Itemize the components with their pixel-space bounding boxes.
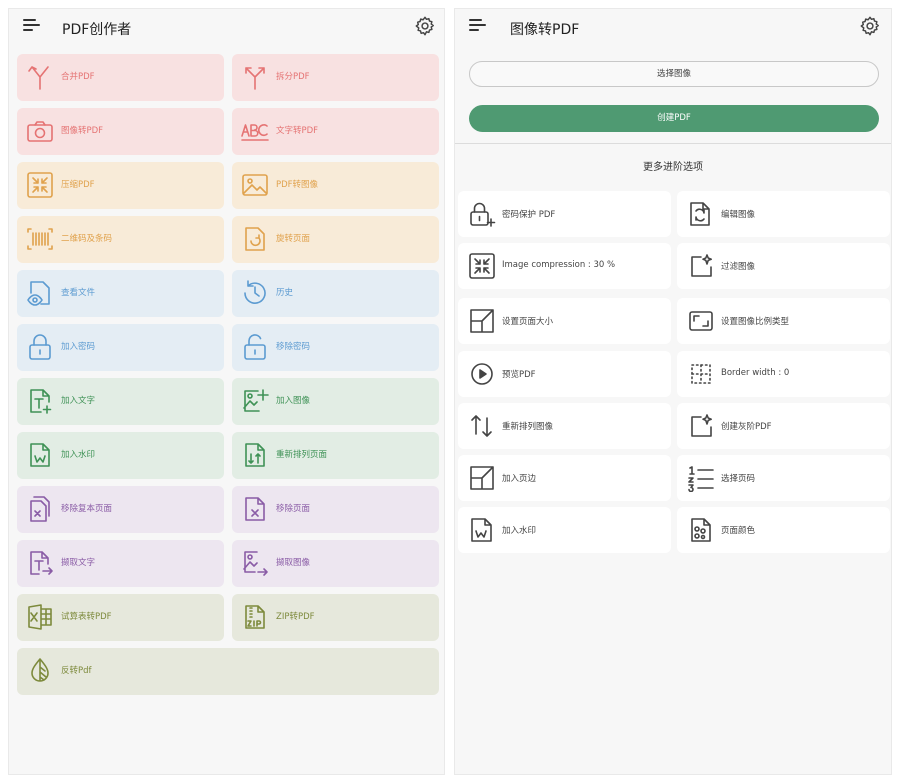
- home-top-bar: PDF创作者: [9, 9, 444, 49]
- tile-extract-image[interactable]: 撷取图像: [232, 540, 439, 587]
- watermark-icon: [471, 518, 492, 542]
- extract-text-icon: [30, 551, 53, 575]
- option-image-compression[interactable]: Image compression : 30 %: [458, 243, 671, 289]
- image-icon: [242, 174, 268, 196]
- tile-reorder-pages[interactable]: 重新排列页面: [232, 432, 439, 479]
- tile-add-password[interactable]: 加入密码: [17, 324, 224, 371]
- page-size-icon: [470, 309, 494, 333]
- create-pdf-button[interactable]: 创建PDF: [469, 105, 879, 132]
- tile-history[interactable]: 历史: [232, 270, 439, 317]
- settings-gear-icon[interactable]: [414, 15, 436, 37]
- divider: [455, 143, 891, 144]
- watermark-icon: [30, 443, 50, 467]
- page-number-icon: [688, 466, 714, 492]
- option-edit-images[interactable]: 编辑图像: [677, 191, 890, 237]
- tile-remove-duplicate-pages[interactable]: 移除复本页面: [17, 486, 224, 533]
- screen-title: 图像转PDF: [510, 22, 580, 38]
- rearrange-icon: [471, 415, 492, 437]
- tile-spreadsheet-to-pdf[interactable]: 试算表转PDF: [17, 594, 224, 641]
- settings-gear-icon[interactable]: [859, 15, 881, 37]
- option-border-width[interactable]: Border width : 0: [677, 351, 890, 397]
- extract-image-icon: [243, 551, 268, 576]
- lock-icon: [29, 334, 51, 360]
- app-title: PDF创作者: [62, 22, 132, 38]
- edit-image-icon: [690, 202, 710, 226]
- add-text-icon: [30, 389, 52, 414]
- excel-icon: [28, 604, 52, 630]
- option-rearrange-images[interactable]: 重新排列图像: [458, 403, 671, 449]
- page-color-icon: [691, 518, 711, 542]
- tile-text-to-pdf[interactable]: 文字转PDF: [232, 108, 439, 155]
- camera-icon: [27, 121, 53, 142]
- reorder-pages-icon: [245, 443, 265, 467]
- margin-icon: [470, 466, 494, 490]
- tile-add-watermark[interactable]: 加入水印: [17, 432, 224, 479]
- tile-remove-password[interactable]: 移除密码: [232, 324, 439, 371]
- scale-type-icon: [689, 311, 713, 331]
- play-icon: [471, 363, 493, 385]
- tile-barcode[interactable]: 二维码及条码: [17, 216, 224, 263]
- tile-rotate-pages[interactable]: 旋转页面: [232, 216, 439, 263]
- advanced-options-title: 更多进阶选项: [643, 162, 703, 173]
- option-page-numbers[interactable]: 选择页码: [677, 455, 890, 501]
- filter-icon: [691, 254, 712, 277]
- add-image-icon: [243, 389, 269, 412]
- tile-zip-to-pdf[interactable]: ZIP转PDF: [232, 594, 439, 641]
- option-grayscale-pdf[interactable]: 创建灰阶PDF: [677, 403, 890, 449]
- option-add-watermark[interactable]: 加入水印: [458, 507, 671, 553]
- text-abc-icon: [241, 124, 269, 141]
- merge-icon: [28, 66, 49, 90]
- home-screen: PDF创作者 合并PDF 拆分PDF 图像转PDF 文字转PDF 压缩PDF P…: [8, 8, 445, 775]
- rotate-page-icon: [245, 227, 265, 251]
- tile-invert-pdf[interactable]: 反转Pdf: [17, 648, 439, 695]
- tile-add-image[interactable]: 加入图像: [232, 378, 439, 425]
- option-filter-images[interactable]: 过滤图像: [677, 243, 890, 289]
- tile-image-to-pdf[interactable]: 图像转PDF: [17, 108, 224, 155]
- remove-page-icon: [245, 497, 265, 521]
- option-page-size[interactable]: 设置页面大小: [458, 298, 671, 344]
- remove-duplicate-icon: [30, 496, 50, 522]
- menu-icon[interactable]: [469, 19, 487, 33]
- lock-plus-icon: [470, 202, 496, 227]
- tile-add-text[interactable]: 加入文字: [17, 378, 224, 425]
- zip-icon: [245, 605, 265, 629]
- tile-remove-pages[interactable]: 移除页面: [232, 486, 439, 533]
- tile-extract-text[interactable]: 撷取文字: [17, 540, 224, 587]
- border-icon: [691, 364, 711, 384]
- split-icon: [245, 67, 265, 90]
- tile-compress-pdf[interactable]: 压缩PDF: [17, 162, 224, 209]
- image-to-pdf-screen: 图像转PDF 选择图像 创建PDF 更多进阶选项 密码保护 PDF 编辑图像 I…: [454, 8, 892, 775]
- grayscale-icon: [691, 414, 712, 437]
- tile-merge-pdf[interactable]: 合并PDF: [17, 54, 224, 101]
- barcode-icon: [27, 228, 53, 250]
- tile-view-file[interactable]: 查看文件: [17, 270, 224, 317]
- option-add-margins[interactable]: 加入页边: [458, 455, 671, 501]
- compress-icon: [27, 172, 53, 198]
- option-preview-pdf[interactable]: 预览PDF: [458, 351, 671, 397]
- select-images-button[interactable]: 选择图像: [469, 61, 879, 87]
- img2pdf-top-bar: 图像转PDF: [455, 9, 891, 49]
- invert-icon: [31, 658, 49, 682]
- history-icon: [244, 280, 266, 304]
- tile-split-pdf[interactable]: 拆分PDF: [232, 54, 439, 101]
- view-file-icon: [27, 281, 50, 306]
- option-password-protect[interactable]: 密码保护 PDF: [458, 191, 671, 237]
- option-page-color[interactable]: 页面颜色: [677, 507, 890, 553]
- tile-pdf-to-image[interactable]: PDF转图像: [232, 162, 439, 209]
- option-scale-type[interactable]: 设置图像比例类型: [677, 298, 890, 344]
- compress-icon: [469, 253, 495, 279]
- unlock-icon: [244, 334, 266, 360]
- menu-icon[interactable]: [23, 19, 41, 33]
